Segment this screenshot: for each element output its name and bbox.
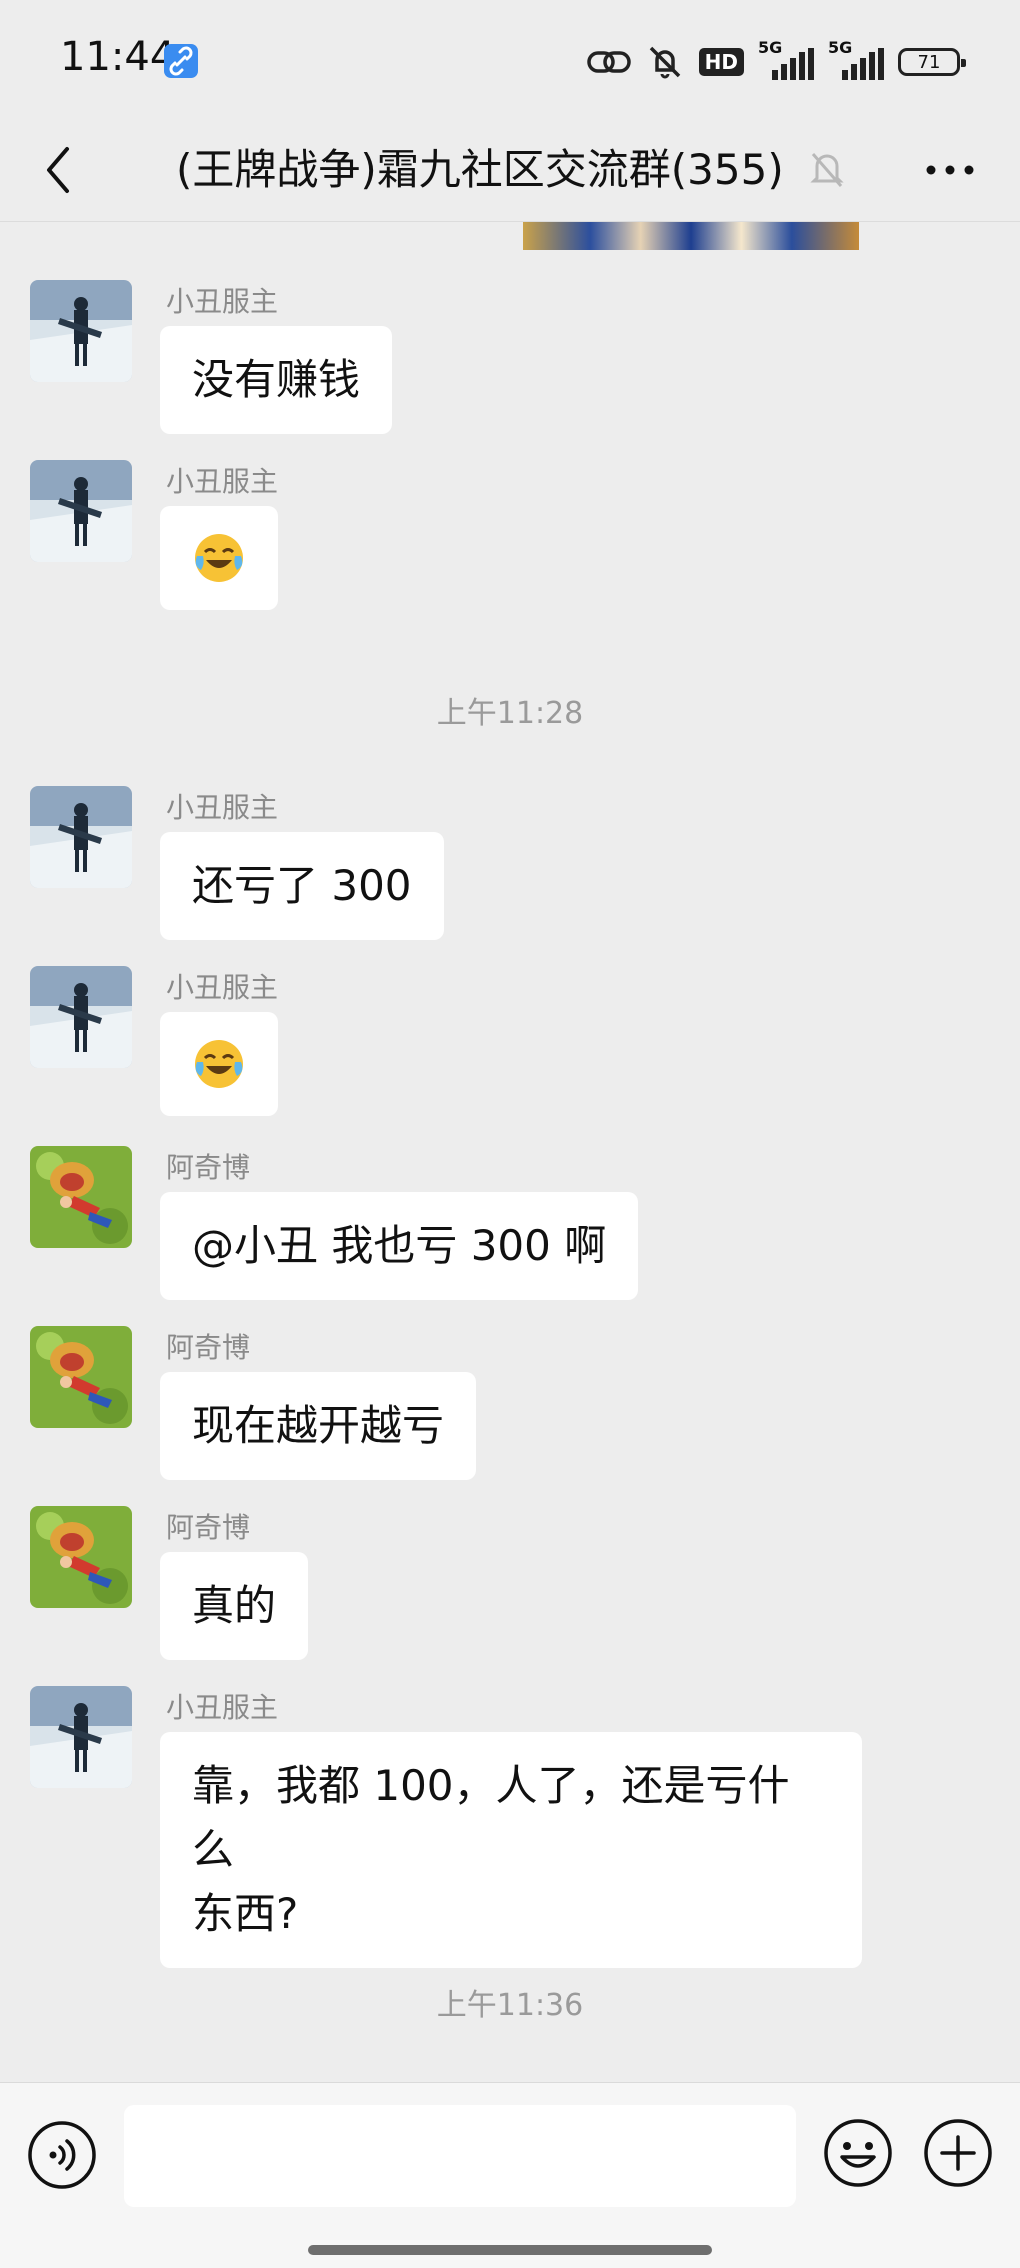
battery-indicator: 71 (898, 48, 966, 76)
sender-name: 阿奇博 (166, 1151, 251, 1184)
emoji-button[interactable] (822, 2117, 894, 2189)
avatar[interactable] (30, 1146, 132, 1248)
message-bubble[interactable]: 还亏了 300 (160, 832, 444, 940)
plus-icon (924, 2119, 992, 2187)
message-text: 真的 (192, 1581, 277, 1630)
plus-button[interactable] (922, 2117, 994, 2189)
message-bubble[interactable]: 现在越开越亏 (160, 1372, 477, 1480)
status-bar: 11:44 HD 5G 5G 71 (0, 0, 1020, 120)
timestamp: 上午11:36 (436, 1988, 584, 2023)
link-icon (586, 51, 631, 73)
message-text-line: 东西? (192, 1889, 299, 1938)
status-time: 11:44 (60, 34, 176, 80)
message-bubble[interactable] (160, 1012, 278, 1116)
message-input[interactable] (124, 2105, 796, 2207)
message-text-line: 靠，我都 100，人了，还是亏什么 (192, 1761, 790, 1874)
avatar[interactable] (30, 460, 132, 562)
message-bubble[interactable]: @小丑 我也亏 300 啊 (160, 1192, 639, 1300)
image-message-partial[interactable] (523, 222, 859, 250)
voice-button[interactable] (26, 2119, 98, 2191)
message-bubble[interactable] (160, 506, 278, 610)
message-bubble[interactable]: 真的 (160, 1552, 309, 1660)
more-dots-icon (926, 165, 974, 175)
smiley-icon (824, 2119, 892, 2187)
avatar[interactable] (30, 1326, 132, 1428)
voice-icon (28, 2121, 96, 2189)
input-bar (0, 2082, 1020, 2268)
sender-name: 阿奇博 (166, 1511, 251, 1544)
timestamp: 上午11:28 (436, 696, 584, 731)
message-text: @小丑 我也亏 300 啊 (192, 1221, 607, 1270)
home-indicator[interactable] (308, 2245, 712, 2255)
sender-name: 小丑服主 (166, 791, 279, 824)
more-button[interactable] (910, 134, 990, 206)
avatar[interactable] (30, 1686, 132, 1788)
avatar[interactable] (30, 280, 132, 382)
avatar[interactable] (30, 966, 132, 1068)
avatar[interactable] (30, 1506, 132, 1608)
message-bubble[interactable]: 没有赚钱 (160, 326, 393, 434)
chat-header: (王牌战争)霜九社区交流群(355) (0, 120, 1020, 220)
sender-name: 小丑服主 (166, 971, 279, 1004)
message-text: 现在越开越亏 (192, 1401, 445, 1450)
chat-title: (王牌战争)霜九社区交流群(355) (176, 145, 784, 194)
message-list[interactable]: 小丑服主 没有赚钱 小丑服主 上午11:28 小丑服主 还亏了 300 小丑服主 (0, 222, 1020, 2082)
avatar[interactable] (30, 786, 132, 888)
chevron-left-icon (47, 147, 69, 193)
signal-bars-icon (772, 48, 814, 80)
hd-badge: HD (698, 48, 744, 76)
message-text: 还亏了 300 (192, 861, 412, 910)
signal-bars-icon (842, 48, 884, 80)
crying-laughing-emoji-icon (195, 1040, 243, 1088)
sender-name: 阿奇博 (166, 1331, 251, 1364)
sender-name: 小丑服主 (166, 1691, 279, 1724)
bell-off-icon (804, 140, 850, 200)
vibrate-silent-icon (649, 46, 680, 79)
message-bubble[interactable]: 靠，我都 100，人了，还是亏什么 东西? (160, 1732, 862, 1968)
signal-5g-2: 5G (828, 38, 884, 82)
sender-name: 小丑服主 (166, 465, 279, 498)
crying-laughing-emoji-icon (195, 534, 243, 582)
link-app-icon (164, 44, 198, 78)
signal-5g-1: 5G (758, 38, 814, 82)
back-button[interactable] (30, 134, 86, 206)
sender-name: 小丑服主 (166, 285, 279, 318)
message-text: 没有赚钱 (192, 355, 361, 404)
